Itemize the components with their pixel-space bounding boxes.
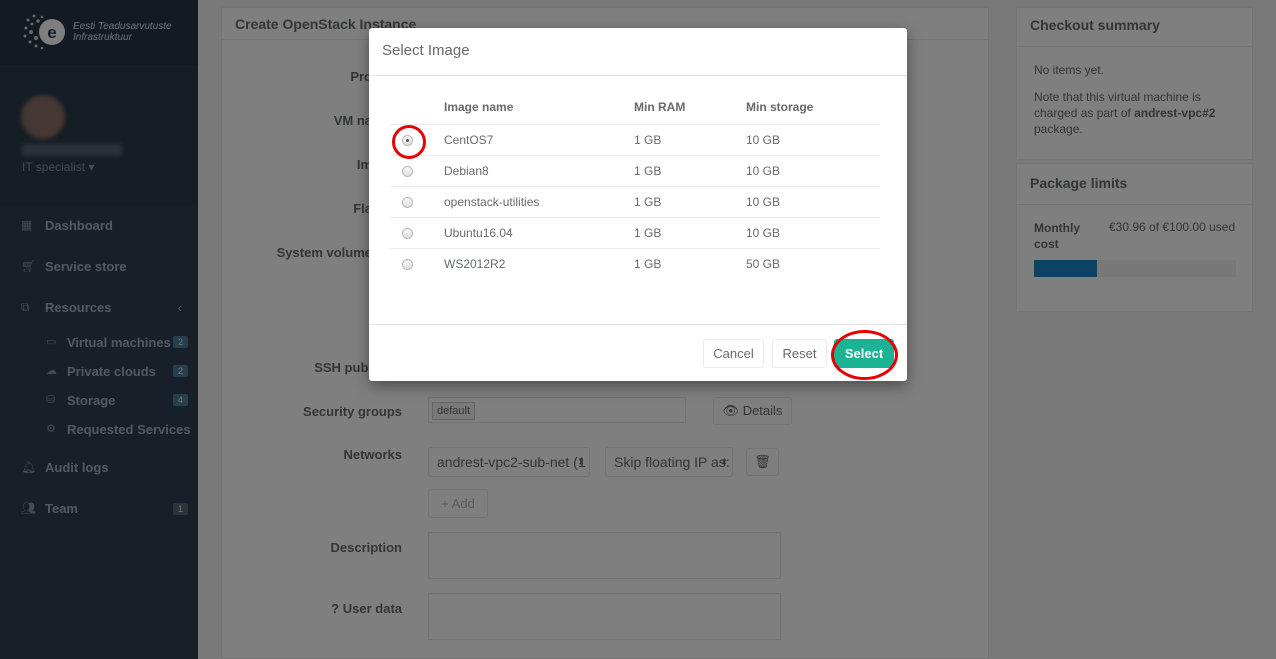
radio-column-header	[390, 91, 444, 125]
annotation-circle-radio	[392, 125, 426, 159]
min-ram-cell: 1 GB	[634, 155, 746, 187]
modal-title: Select Image	[369, 28, 907, 76]
min-storage-cell: 50 GB	[746, 256, 781, 271]
min-ram-cell: 1 GB	[634, 186, 746, 218]
image-name-cell: CentOS7	[444, 124, 634, 156]
min-ram-cell: 1 GB	[634, 124, 746, 156]
table-row[interactable]: Debian8 1 GB 10 GB	[390, 155, 880, 187]
image-name-cell: openstack-utilities	[444, 186, 634, 218]
table-row[interactable]: openstack-utilities 1 GB 10 GB	[390, 186, 880, 218]
table-row[interactable]: CentOS7 1 GB 10 GB	[390, 124, 880, 156]
min-storage-cell: 10 GB	[746, 186, 880, 218]
image-radio-ubuntu16[interactable]	[402, 227, 413, 239]
image-name-cell: WS2012R2	[444, 256, 506, 271]
min-storage-cell: 10 GB	[746, 155, 880, 187]
cancel-button[interactable]: Cancel	[703, 339, 764, 368]
min-storage-cell: 10 GB	[746, 217, 880, 249]
min-ram-cell: 1 GB	[634, 256, 662, 271]
image-radio-debian8[interactable]	[402, 165, 413, 177]
table-header-row: Image name Min RAM Min storage	[390, 91, 880, 125]
annotation-circle-select	[831, 330, 898, 380]
modal-footer: Cancel Reset Select	[369, 324, 907, 381]
reset-button[interactable]: Reset	[772, 339, 827, 368]
image-table: Image name Min RAM Min storage CentOS7 1…	[390, 91, 880, 279]
min-ram-cell: 1 GB	[634, 217, 746, 249]
image-name-cell: Ubuntu16.04	[444, 217, 634, 249]
min-storage-cell: 10 GB	[746, 124, 880, 156]
column-header-image-name: Image name	[444, 91, 634, 125]
image-radio-openstack-utilities[interactable]	[402, 196, 413, 208]
column-header-min-storage: Min storage	[746, 91, 880, 125]
image-radio-ws2012r2[interactable]	[402, 259, 413, 271]
table-row[interactable]: WS2012R2 1 GB 50 GB	[390, 248, 880, 279]
column-header-min-ram: Min RAM	[634, 91, 746, 125]
select-image-modal: Select Image Image name Min RAM Min stor…	[369, 28, 907, 381]
table-row[interactable]: Ubuntu16.04 1 GB 10 GB	[390, 217, 880, 249]
image-name-cell: Debian8	[444, 155, 634, 187]
